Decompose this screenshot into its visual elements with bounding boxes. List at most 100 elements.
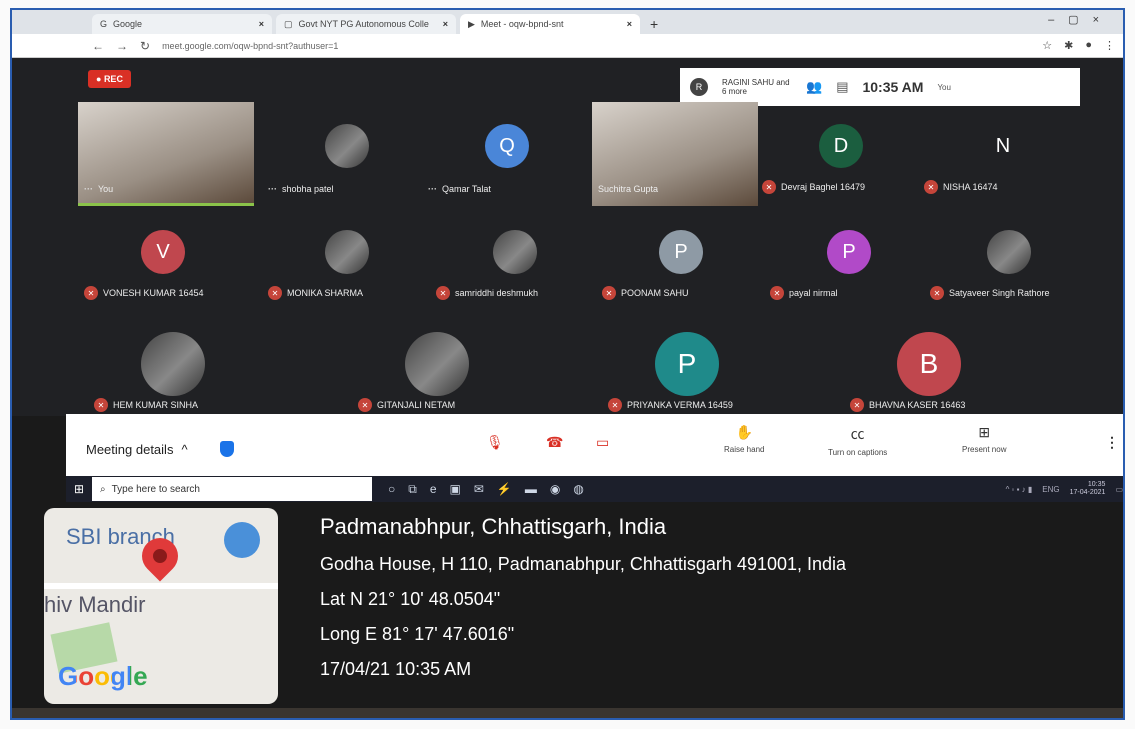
chevron-up-icon: ^ bbox=[181, 441, 188, 457]
people-icon[interactable]: 👥 bbox=[806, 79, 822, 95]
participant-name: payal nirmal bbox=[789, 288, 838, 298]
task-view-icon[interactable]: ⧉ bbox=[408, 482, 417, 497]
participant-name: You bbox=[98, 184, 114, 194]
participant-tile[interactable]: P ✕ PRIYANKA VERMA 16459 bbox=[602, 320, 772, 420]
participant-name: GITANJALI NETAM bbox=[377, 400, 456, 410]
participant-tile[interactable]: V ✕ VONESH KUMAR 16454 bbox=[78, 208, 248, 308]
language-indicator[interactable]: ENG bbox=[1042, 485, 1059, 494]
menu-icon[interactable]: ⋮ bbox=[1104, 39, 1115, 52]
desk-edge bbox=[12, 708, 1123, 718]
search-icon: ⌕ bbox=[100, 483, 106, 495]
chrome-icon[interactable]: ◉ bbox=[550, 482, 560, 497]
participant-name: NISHA 16474 bbox=[943, 182, 998, 192]
chat-icon[interactable]: ▤ bbox=[836, 79, 848, 95]
address-bar: ← → ↻ meet.google.com/oqw-bpnd-snt?authu… bbox=[12, 34, 1123, 58]
avatar bbox=[405, 332, 469, 396]
more-options-icon[interactable]: ⋮ bbox=[1105, 434, 1119, 451]
place-name: Padmanabhpur, Chhattisgarh, India bbox=[320, 514, 667, 539]
participant-tile[interactable]: P ✕ payal nirmal bbox=[764, 208, 934, 308]
back-icon[interactable]: ← bbox=[92, 39, 104, 53]
reload-icon[interactable]: ↻ bbox=[140, 39, 150, 53]
mail-icon[interactable]: ✉ bbox=[474, 482, 484, 497]
shield-icon[interactable] bbox=[219, 441, 234, 457]
mic-off-icon: ✕ bbox=[930, 286, 944, 300]
windows-start-icon[interactable]: ⊞ bbox=[66, 476, 92, 502]
close-icon[interactable]: × bbox=[259, 19, 264, 29]
participant-tile[interactable]: Q ··· Qamar Talat bbox=[422, 102, 592, 202]
star-icon[interactable]: ☆ bbox=[1042, 39, 1052, 52]
google-logo: Google bbox=[58, 661, 148, 692]
notification-icon[interactable]: ▭ bbox=[1115, 485, 1123, 494]
mic-icon[interactable]: 🎙 bbox=[486, 434, 504, 451]
close-icon[interactable]: × bbox=[443, 19, 448, 29]
present-label: Present now bbox=[962, 445, 1007, 454]
captions-icon: ㏄ bbox=[850, 426, 865, 442]
participant-tile[interactable]: N ✕ NISHA 16474 bbox=[918, 102, 1088, 202]
participant-name: PRIYANKA VERMA 16459 bbox=[627, 400, 733, 410]
hang-up-icon[interactable]: ☎ bbox=[546, 434, 563, 451]
avatar bbox=[141, 332, 205, 396]
edge-icon[interactable]: e bbox=[430, 482, 437, 497]
tab-meet[interactable]: ▶ Meet - oqw-bpnd-snt × bbox=[460, 14, 640, 34]
mic-off-icon: ✕ bbox=[436, 286, 450, 300]
participant-tile[interactable]: ✕ MONIKA SHARMA bbox=[262, 208, 432, 308]
taskbar-search[interactable]: ⌕ Type here to search bbox=[92, 477, 372, 501]
store-icon[interactable]: ▣ bbox=[450, 482, 461, 497]
participant-tile[interactable]: P ✕ POONAM SAHU bbox=[596, 208, 766, 308]
participant-tile[interactable]: ··· shobha patel bbox=[262, 102, 432, 202]
present-button[interactable]: ⊞ Present now bbox=[962, 424, 1006, 454]
more-icon: ··· bbox=[428, 184, 437, 194]
rec-badge: ● REC bbox=[88, 70, 131, 88]
avatar: P bbox=[655, 332, 719, 396]
participant-tile[interactable]: ✕ Satyaveer Singh Rathore bbox=[924, 208, 1094, 308]
avatar bbox=[325, 230, 369, 274]
participant-tile[interactable]: D ✕ Devraj Baghel 16479 bbox=[756, 102, 926, 202]
participant-tile[interactable]: ··· You bbox=[78, 102, 248, 202]
participant-name: VONESH KUMAR 16454 bbox=[103, 288, 204, 298]
raise-hand-button[interactable]: ✋ Raise hand bbox=[724, 424, 764, 454]
new-tab-button[interactable]: + bbox=[644, 14, 664, 34]
tray-icons[interactable]: ^ ◦ ▪ ♪ ▮ bbox=[1006, 485, 1033, 494]
hand-icon: ✋ bbox=[735, 424, 753, 440]
tab-college[interactable]: ▢ Govt NYT PG Autonomous Colle × bbox=[276, 14, 456, 34]
close-icon[interactable]: × bbox=[627, 19, 632, 29]
latitude: Lat N 21° 10' 48.0504" bbox=[320, 589, 501, 609]
mic-off-icon: ✕ bbox=[602, 286, 616, 300]
captions-button[interactable]: ㏄ Turn on captions bbox=[828, 424, 887, 457]
avatar bbox=[987, 230, 1031, 274]
raise-hand-label: Raise hand bbox=[724, 445, 765, 454]
profile-icon[interactable]: ● bbox=[1085, 39, 1092, 52]
mic-off-icon: ✕ bbox=[608, 398, 622, 412]
globe-icon[interactable]: ◍ bbox=[573, 482, 583, 497]
puzzle-icon[interactable]: ✱ bbox=[1064, 39, 1073, 52]
google-favicon-icon: G bbox=[100, 19, 108, 29]
meeting-details-button[interactable]: Meeting details ^ bbox=[86, 441, 234, 457]
participant-tile[interactable]: ✕ samriddhi deshmukh bbox=[430, 208, 600, 308]
tab-label: Google bbox=[113, 19, 143, 29]
taskbar-apps: ○ ⧉ e ▣ ✉ ⚡ ▬ ◉ ◍ bbox=[388, 482, 584, 497]
mic-off-icon: ✕ bbox=[94, 398, 108, 412]
camera-icon[interactable]: ▭ bbox=[596, 434, 609, 451]
folder-icon[interactable]: ▬ bbox=[525, 482, 537, 497]
avatar: V bbox=[141, 230, 185, 274]
participant-name: Qamar Talat bbox=[442, 184, 491, 194]
participant-tile[interactable]: ✕ GITANJALI NETAM bbox=[352, 320, 522, 420]
tab-google[interactable]: G Google × bbox=[92, 14, 272, 34]
tray-clock[interactable]: 10:35 17-04-2021 bbox=[1070, 481, 1106, 497]
meeting-details-label: Meeting details bbox=[86, 441, 174, 457]
system-tray: ^ ◦ ▪ ♪ ▮ ENG 10:35 17-04-2021 ▭ bbox=[1006, 481, 1123, 497]
participant-name: Satyaveer Singh Rathore bbox=[949, 288, 1050, 298]
url-input[interactable]: meet.google.com/oqw-bpnd-snt?authuser=1 bbox=[162, 41, 1030, 51]
app-icon[interactable]: ⚡ bbox=[497, 482, 512, 497]
longitude: Long E 81° 17' 47.6016" bbox=[320, 624, 515, 644]
geotag-info: Padmanabhpur, Chhattisgarh, India Godha … bbox=[320, 514, 846, 694]
window-controls[interactable]: –▢× bbox=[1048, 13, 1113, 26]
cortana-icon[interactable]: ○ bbox=[388, 482, 395, 497]
map-label: hiv Mandir bbox=[44, 592, 146, 617]
participant-name: Suchitra Gupta bbox=[598, 184, 659, 194]
participant-tile[interactable]: ✕ HEM KUMAR SINHA bbox=[88, 320, 258, 420]
participant-tile[interactable]: B ✕ BHAVNA KASER 16463 bbox=[844, 320, 1014, 420]
present-icon: ⊞ bbox=[978, 424, 991, 440]
forward-icon[interactable]: → bbox=[116, 39, 128, 53]
participant-tile[interactable]: Suchitra Gupta bbox=[592, 102, 762, 202]
